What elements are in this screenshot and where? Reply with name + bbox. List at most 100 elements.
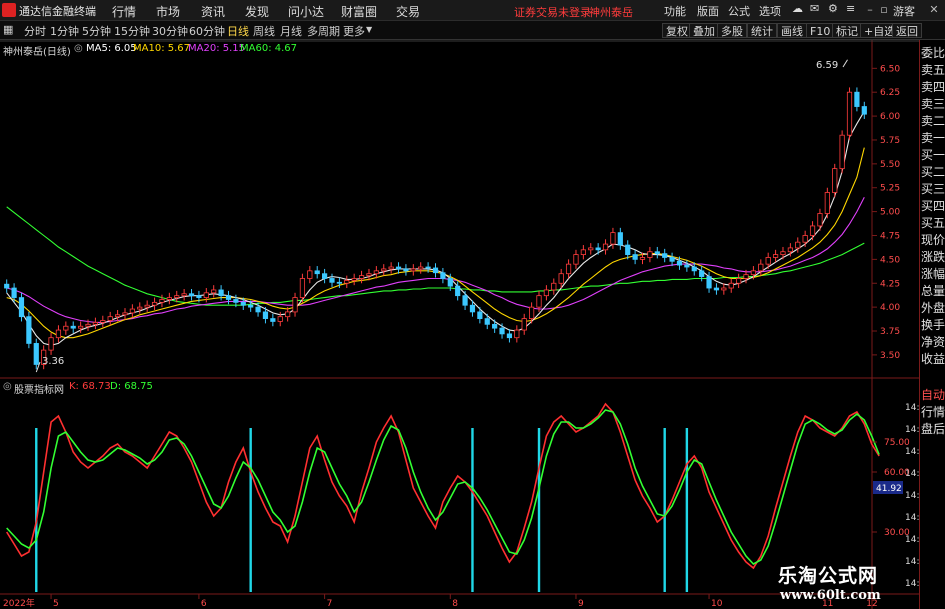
sidebar-item-bid2[interactable]: 买二: [921, 163, 945, 180]
chevron-down-icon[interactable]: ▼: [366, 25, 372, 34]
kd-settings-icon[interactable]: ◎: [3, 381, 12, 392]
candle-body: [203, 292, 209, 298]
x-tick-label: 5: [53, 599, 59, 609]
tab-more[interactable]: 更多: [343, 23, 365, 39]
tab-30min[interactable]: 30分钟: [152, 23, 188, 39]
sidebar-item-auto[interactable]: 自动: [921, 386, 945, 403]
candle-body: [366, 273, 372, 277]
menu-item-trade[interactable]: 交易: [396, 3, 420, 20]
message-icon[interactable]: ✉: [810, 2, 819, 15]
menu-item-wealth-circle[interactable]: 财富圈: [341, 3, 377, 20]
sidebar-item-ask1[interactable]: 卖一: [921, 129, 945, 146]
grid-layout-icon[interactable]: ▦: [3, 23, 13, 36]
sidebar-item-price[interactable]: 现价: [921, 231, 945, 248]
sidebar-item-ask3[interactable]: 卖三: [921, 95, 945, 112]
candle-body: [854, 91, 860, 107]
ma60-series: [6, 206, 865, 306]
candle-body: [772, 254, 779, 258]
menu-item-news[interactable]: 资讯: [201, 3, 225, 20]
sidebar-item-bid1[interactable]: 买一: [921, 146, 945, 163]
candle-body: [654, 251, 660, 255]
settings-icon[interactable]: ⚙: [828, 2, 838, 15]
candle-body: [307, 270, 313, 279]
draw-line-button[interactable]: 画线: [777, 23, 807, 38]
sidebar-item-ask2[interactable]: 卖二: [921, 112, 945, 129]
menu-icon[interactable]: ≡: [846, 2, 855, 15]
menu-item-layout[interactable]: 版面: [697, 3, 719, 19]
menu-item-functions[interactable]: 功能: [664, 3, 686, 19]
candle-body: [662, 253, 668, 258]
menu-item-ask-xiaoda[interactable]: 问小达: [288, 3, 324, 20]
candle-body: [299, 278, 306, 298]
tab-60min[interactable]: 60分钟: [189, 23, 225, 39]
candle-body: [292, 297, 298, 313]
sidebar-item-volume[interactable]: 总量: [921, 282, 945, 299]
candle-body: [669, 257, 675, 262]
f10-button[interactable]: F10: [806, 23, 835, 38]
candle-body: [225, 295, 232, 300]
menu-item-options[interactable]: 选项: [759, 3, 781, 19]
cloud-icon[interactable]: ☁: [792, 2, 803, 15]
sidebar-item-bid3[interactable]: 买三: [921, 180, 945, 197]
sidebar-item-ask5[interactable]: 卖五: [921, 61, 945, 78]
d-value-label: D: 68.75: [110, 381, 153, 392]
signal-bar-series: [35, 428, 689, 592]
sidebar-item-turnover[interactable]: 换手: [921, 316, 945, 333]
ma5-series: [6, 111, 865, 346]
sidebar-item-earnings[interactable]: 收益: [921, 350, 945, 367]
candle-body: [78, 325, 84, 329]
tab-weekly[interactable]: 周线: [253, 23, 275, 39]
candle-body: [529, 306, 535, 319]
tab-1min[interactable]: 1分钟: [50, 23, 79, 39]
sidebar-item-outer-disk[interactable]: 外盘: [921, 299, 945, 316]
menu-item-market[interactable]: 市场: [156, 3, 180, 20]
menu-item-quotes[interactable]: 行情: [112, 3, 136, 20]
candle-body: [33, 343, 39, 365]
candle-body: [218, 289, 224, 297]
tab-monthly[interactable]: 月线: [280, 23, 302, 39]
sidebar-item-bid4[interactable]: 买四: [921, 197, 945, 214]
statistics-button[interactable]: 统计: [747, 23, 777, 38]
price-tick-label: 3.75: [880, 327, 900, 337]
kd-current-value: 41.92: [876, 484, 902, 494]
candle-body: [181, 293, 187, 297]
tab-5min[interactable]: 5分钟: [82, 23, 111, 39]
multi-stock-button[interactable]: 多股: [717, 23, 747, 38]
indicator-settings-icon[interactable]: ◎: [74, 43, 83, 54]
sidebar-item-bid5[interactable]: 买五: [921, 214, 945, 231]
login-warning[interactable]: 证券交易未登录: [514, 4, 591, 20]
menu-item-discover[interactable]: 发现: [245, 3, 269, 20]
chart-axes: 6.50 6.25 6.00 5.75 5.50 5.25 5.00 4.75 4.50 4.25…: [3, 59, 919, 609]
back-button[interactable]: 返回: [892, 23, 922, 38]
ma5-line: [6, 111, 865, 346]
close-button[interactable]: ✕: [926, 2, 942, 18]
chart-toolbar: ▦ 分时 1分钟 5分钟 15分钟 30分钟 60分钟 日线 周线 月线 多周期…: [0, 21, 945, 40]
sidebar-item-weibi[interactable]: 委比: [921, 44, 945, 61]
price-tick-label: 4.25: [880, 279, 900, 289]
sidebar-item-net-assets[interactable]: 净资: [921, 333, 945, 350]
stock-chart[interactable]: 6.50 6.25 6.00 5.75 5.50 5.25 5.00 4.75 4.50 4.25…: [0, 40, 919, 609]
restore-button[interactable]: ▫: [876, 2, 892, 18]
tab-15min[interactable]: 15分钟: [114, 23, 150, 39]
candle-body: [314, 270, 320, 275]
mark-button[interactable]: 标记: [832, 23, 862, 38]
sidebar-item-quote[interactable]: 行情: [921, 403, 945, 420]
tab-intraday[interactable]: 分时: [24, 23, 46, 39]
overlay-button[interactable]: 叠加: [689, 23, 719, 38]
candle-body: [159, 299, 165, 303]
sidebar-item-ask4[interactable]: 卖四: [921, 78, 945, 95]
candle-body: [440, 272, 446, 279]
tab-multi-period[interactable]: 多周期: [307, 23, 340, 39]
adjust-price-button[interactable]: 复权: [662, 23, 692, 38]
sidebar-item-change[interactable]: 涨跌: [921, 248, 945, 265]
tab-daily[interactable]: 日线: [227, 23, 249, 39]
menu-item-formula[interactable]: 公式: [728, 3, 750, 19]
candle-body: [514, 329, 520, 339]
sidebar-item-after-hours[interactable]: 盘后: [921, 420, 945, 437]
candle-body: [381, 268, 387, 272]
guest-user[interactable]: 游客: [893, 3, 915, 19]
ma20-line: [6, 197, 865, 323]
candle-body: [432, 267, 439, 274]
sidebar-item-change-pct[interactable]: 涨幅: [921, 265, 945, 282]
high-price-pointer: [842, 59, 848, 68]
